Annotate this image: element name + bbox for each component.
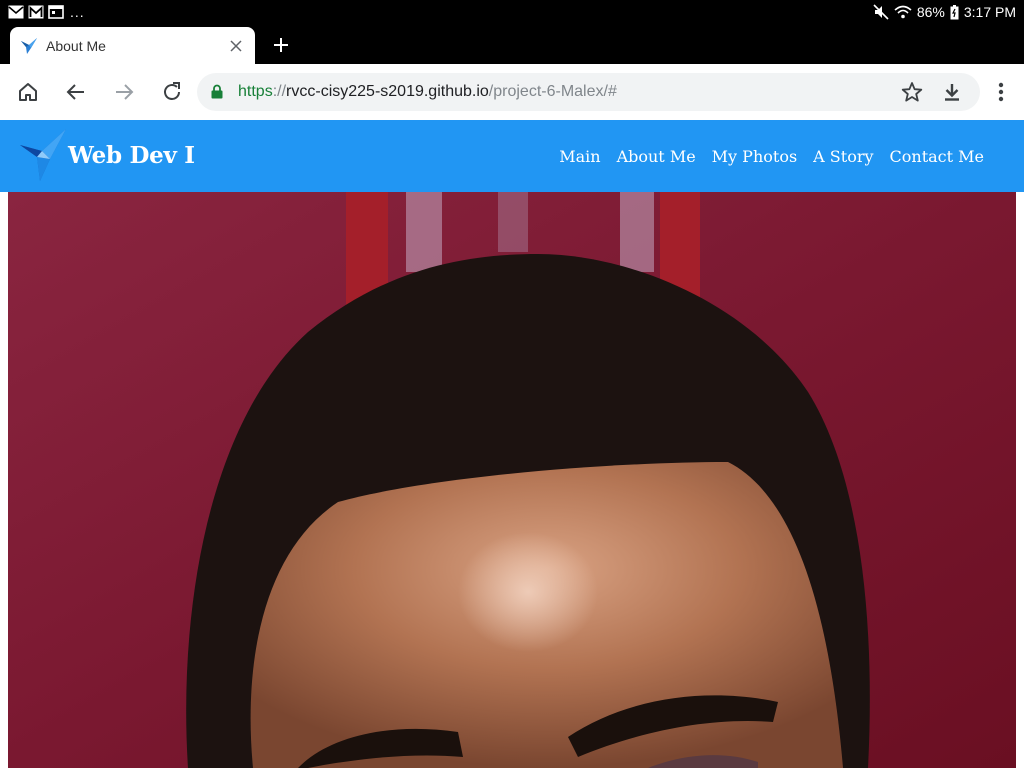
nav-a-story[interactable]: A Story — [813, 147, 873, 166]
nav-links: Main About Me My Photos A Story Contact … — [559, 120, 984, 192]
tab-about-me[interactable]: About Me — [10, 27, 255, 64]
menu-button[interactable] — [987, 78, 1015, 106]
address-bar[interactable]: https://rvcc-cisy225-s2019.github.io/pro… — [197, 73, 980, 111]
brand-title: Web Dev I — [68, 141, 195, 169]
forward-arrow-icon — [116, 84, 134, 100]
battery-icon — [950, 4, 959, 20]
nav-contact-me[interactable]: Contact Me — [890, 147, 984, 166]
portrait-photo — [8, 192, 1016, 768]
status-more: ... — [70, 4, 85, 20]
bird-logo-icon — [20, 37, 38, 55]
battery-percent: 86% — [916, 4, 945, 20]
back-button[interactable] — [62, 78, 90, 106]
bird-logo-icon — [20, 129, 68, 181]
status-time: 3:17 PM — [963, 4, 1016, 20]
site-navbar: Web Dev I Main About Me My Photos A Stor… — [0, 120, 1024, 192]
tab-strip: About Me — [0, 24, 1024, 64]
star-icon — [901, 82, 923, 102]
home-button[interactable] — [14, 78, 42, 106]
download-button[interactable] — [938, 78, 966, 106]
url-text[interactable]: https://rvcc-cisy225-s2019.github.io/pro… — [238, 83, 617, 101]
status-right: 86% 3:17 PM — [873, 4, 1016, 20]
nav-my-photos[interactable]: My Photos — [712, 147, 797, 166]
url-scheme: https — [238, 83, 273, 100]
reload-icon — [164, 82, 180, 100]
more-vertical-icon — [998, 82, 1004, 102]
tab-title: About Me — [46, 37, 106, 54]
calendar-icon — [48, 4, 64, 20]
lock-icon — [211, 84, 225, 100]
nav-main[interactable]: Main — [559, 147, 600, 166]
home-icon — [19, 83, 37, 101]
mute-icon — [873, 4, 889, 20]
url-path: /project-6-Malex/# — [488, 83, 617, 100]
back-arrow-icon — [66, 84, 84, 100]
url-host: rvcc-cisy225-s2019.github.io — [286, 83, 489, 100]
gmail-icon — [8, 4, 24, 20]
close-icon[interactable] — [227, 37, 245, 55]
gmail-icon — [28, 4, 44, 20]
download-icon — [945, 84, 959, 101]
url-separator: :// — [272, 83, 287, 100]
status-left: ... — [8, 4, 85, 20]
bookmark-star-button[interactable] — [898, 78, 926, 106]
forward-button[interactable] — [110, 78, 138, 106]
status-bar: ... 86% 3:17 PM — [0, 0, 1024, 24]
wifi-icon — [894, 4, 912, 20]
brand-link[interactable]: Web Dev I — [20, 129, 195, 181]
new-tab-button[interactable] — [268, 32, 294, 58]
page-content — [0, 192, 1024, 768]
browser-toolbar: https://rvcc-cisy225-s2019.github.io/pro… — [0, 64, 1024, 120]
plus-icon — [274, 38, 288, 52]
nav-about-me[interactable]: About Me — [617, 147, 696, 166]
reload-button[interactable] — [158, 78, 186, 106]
